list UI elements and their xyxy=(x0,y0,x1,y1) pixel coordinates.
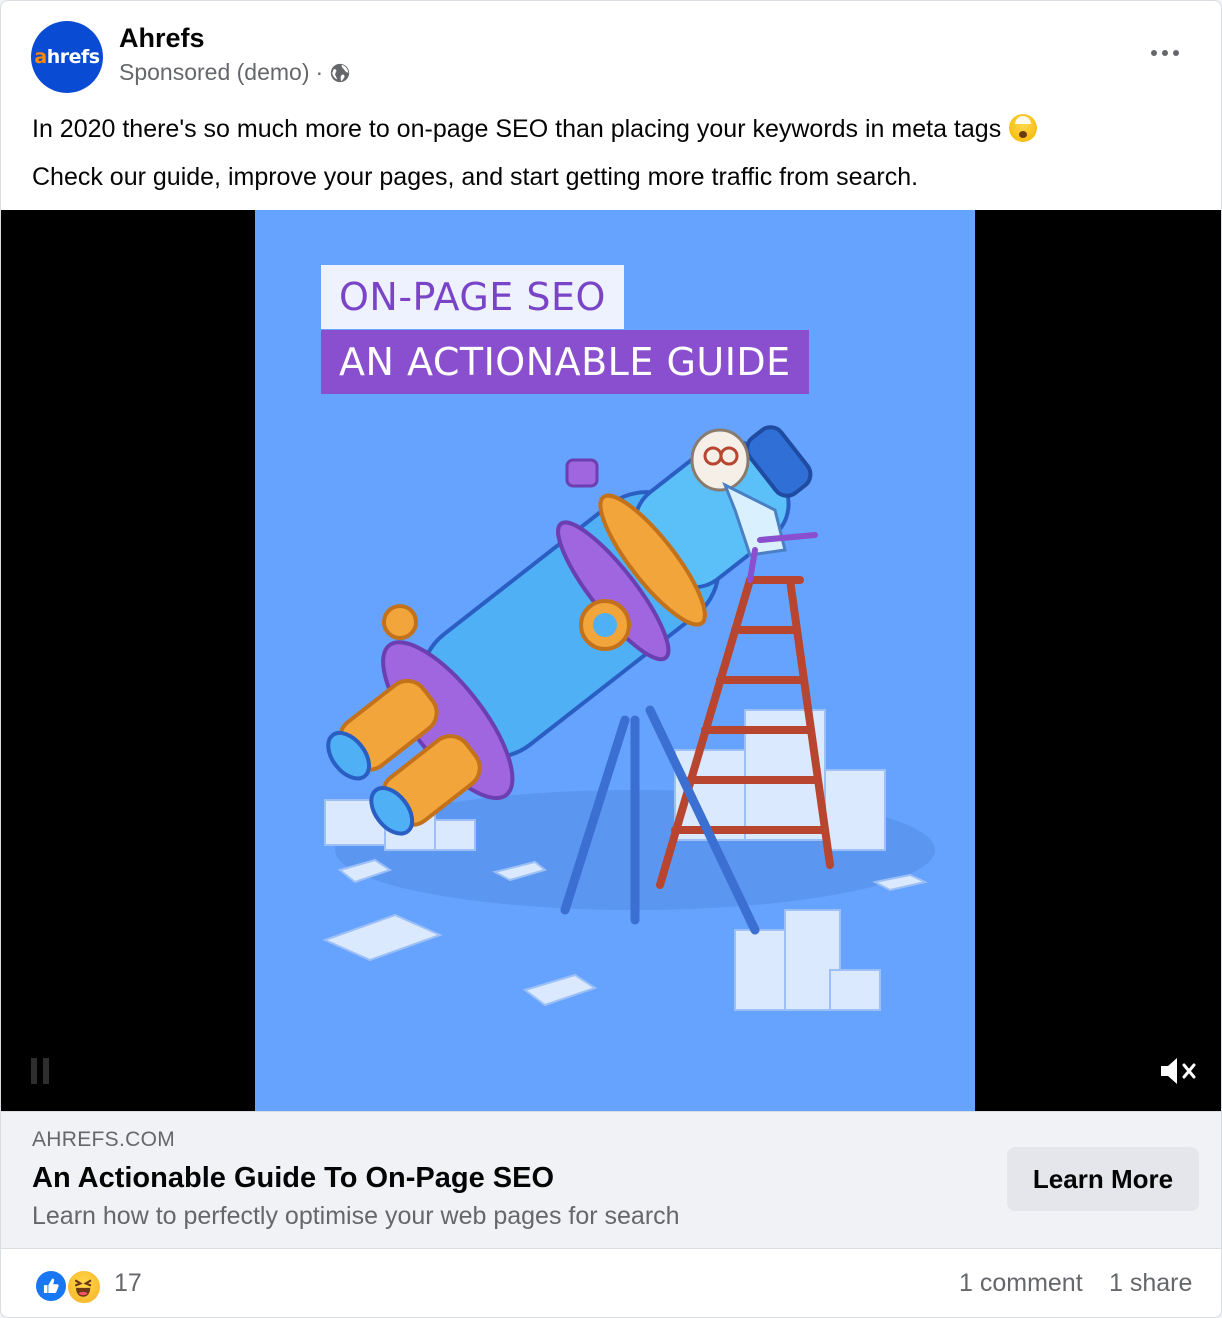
haha-icon xyxy=(66,1269,102,1305)
page-name-link[interactable]: Ahrefs xyxy=(119,23,205,54)
muted-speaker-icon[interactable] xyxy=(1157,1053,1201,1089)
like-icon xyxy=(34,1269,68,1303)
meta-separator: · xyxy=(315,59,324,85)
post-meta: Sponsored (demo) · xyxy=(119,59,351,86)
caption-text-1: In 2020 there's so much more to on-page … xyxy=(32,115,1002,143)
exploding-head-emoji-icon xyxy=(1009,114,1038,142)
caption-line-1: In 2020 there's so much more to on-page … xyxy=(32,105,1192,153)
more-dot xyxy=(1151,50,1157,56)
reaction-icons[interactable] xyxy=(34,1269,106,1305)
shares-count-link[interactable]: 1 share xyxy=(1109,1269,1192,1298)
more-dot xyxy=(1162,50,1168,56)
link-description: Learn how to perfectly optimise your web… xyxy=(32,1202,680,1230)
sponsored-post-card: a hrefs Ahrefs Sponsored (demo) · In 2020… xyxy=(0,0,1222,1318)
post-caption: In 2020 there's so much more to on-page … xyxy=(32,105,1192,201)
avatar-logo-accent: a xyxy=(34,46,47,68)
comments-count-link[interactable]: 1 comment xyxy=(959,1269,1083,1298)
caption-line-2: Check our guide, improve your pages, and… xyxy=(32,163,919,191)
reaction-count[interactable]: 17 xyxy=(114,1269,142,1298)
more-options-button[interactable] xyxy=(1137,37,1193,69)
avatar-logo-text: hrefs xyxy=(46,46,100,68)
poster-title-line-1: ON-PAGE SEO xyxy=(321,265,624,329)
sponsored-label[interactable]: Sponsored (demo) xyxy=(119,59,310,86)
video-player[interactable]: ON-PAGE SEO AN ACTIONABLE GUIDE xyxy=(1,210,1221,1111)
page-avatar[interactable]: a hrefs xyxy=(31,21,103,93)
link-title[interactable]: An Actionable Guide To On-Page SEO xyxy=(32,1162,554,1195)
pause-icon[interactable] xyxy=(31,1058,51,1084)
globe-icon[interactable] xyxy=(329,62,351,84)
link-preview[interactable]: AHREFS.COM An Actionable Guide To On-Pag… xyxy=(1,1111,1221,1249)
video-poster: ON-PAGE SEO AN ACTIONABLE GUIDE xyxy=(255,210,975,1111)
post-header: a hrefs Ahrefs Sponsored (demo) · xyxy=(1,1,1221,101)
learn-more-button[interactable]: Learn More xyxy=(1007,1147,1199,1211)
poster-title-line-2: AN ACTIONABLE GUIDE xyxy=(321,330,809,394)
engagement-bar: 17 1 comment 1 share xyxy=(1,1251,1221,1317)
link-domain: AHREFS.COM xyxy=(32,1128,176,1151)
more-dot xyxy=(1173,50,1179,56)
